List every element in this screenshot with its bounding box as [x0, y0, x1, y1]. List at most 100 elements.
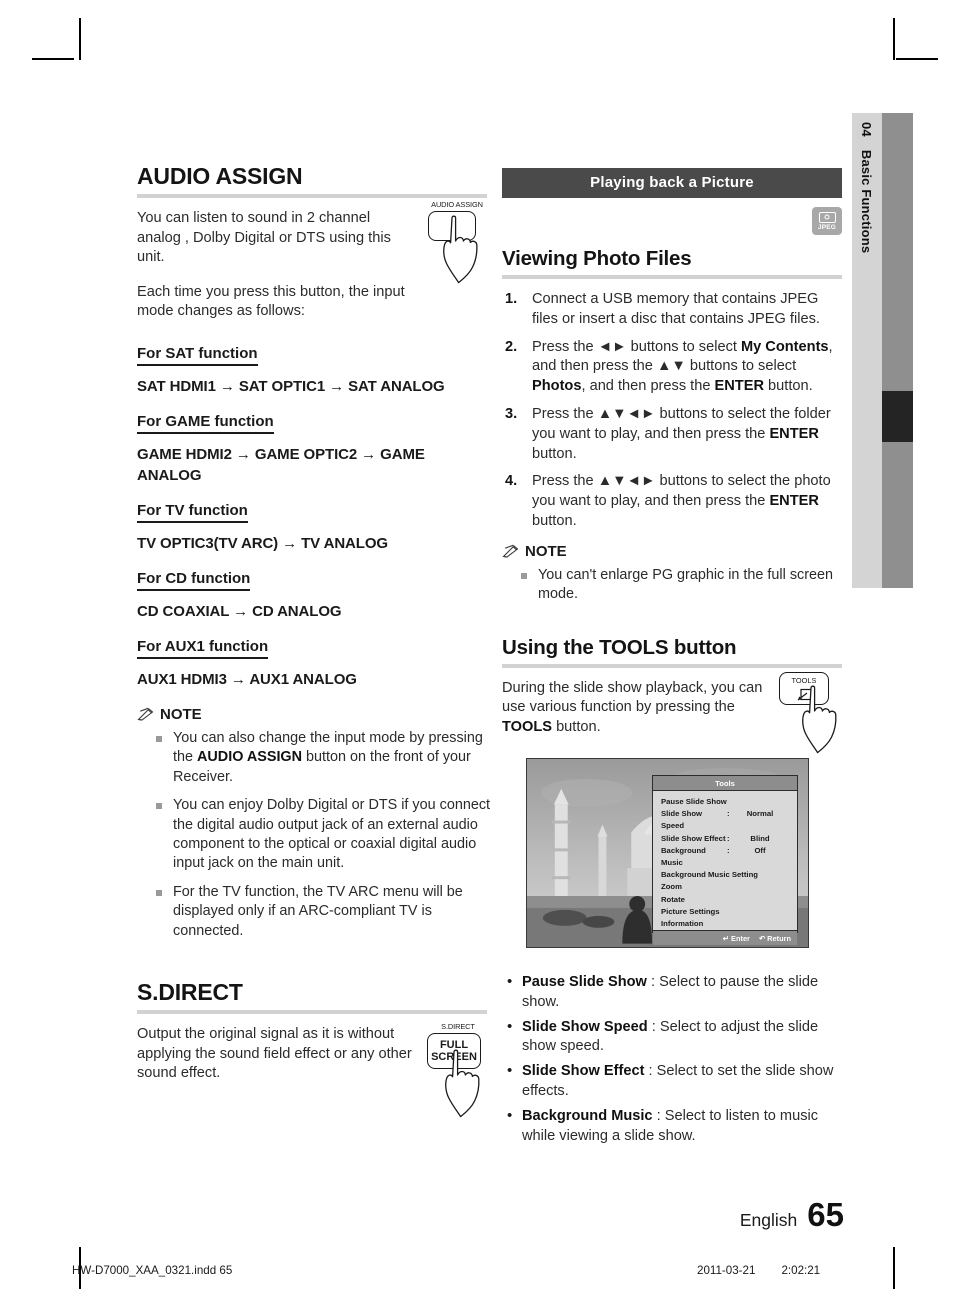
chapter-title: Basic Functions — [859, 149, 875, 254]
note-item: You can't enlarge PG graphic in the full… — [502, 566, 842, 605]
osd-row-name: Slide Show Effect — [661, 833, 726, 843]
right-column: Playing back a Picture JPEG Viewing Phot… — [502, 168, 842, 737]
description-item: Background Music : Select to listen to m… — [506, 1106, 844, 1147]
remote-key — [428, 211, 476, 241]
remote-key-full-screen: FULL SCREEN — [427, 1033, 481, 1069]
key-label-line-1: FULL — [439, 1039, 469, 1051]
heading-rule — [502, 275, 842, 279]
osd-row-colon: : — [727, 809, 730, 819]
s-direct-heading: S.DIRECT — [137, 979, 243, 1006]
osd-row-colon: : — [727, 845, 730, 855]
tools-screenshot: Tools Pause Slide Show Slide Show Speed … — [526, 758, 809, 948]
key-label-line-2: SCREEN — [431, 1051, 477, 1063]
crop-mark-right-top — [896, 58, 938, 60]
tools-descriptions: Pause Slide Show : Select to pause the s… — [506, 972, 844, 1151]
key-label-tools: TOOLS — [791, 676, 817, 685]
osd-row[interactable]: Rotate — [661, 894, 797, 906]
osd-row-name: Rotate — [661, 894, 685, 904]
print-timestamp: 2011-03-21 2:02:21 — [697, 1264, 820, 1277]
note-item: You can also change the input mode by pr… — [137, 729, 493, 787]
step-number: 1. — [505, 291, 518, 307]
function-head: For CD function — [137, 570, 251, 591]
chapter-side-tab: 04 Basic Functions — [852, 113, 882, 588]
osd-row[interactable]: Picture Settings — [661, 906, 797, 918]
tools-section-heading: Using the TOOLS button — [502, 635, 737, 659]
step-item: 4. Press the ▲▼◄► buttons to select the … — [502, 472, 842, 531]
s-direct-button-illustration: S.DIRECT FULL SCREEN — [424, 1022, 492, 1118]
step-number: 2. — [505, 338, 518, 355]
crop-mark-top-left — [79, 18, 81, 60]
osd-row-colon: : — [727, 833, 730, 843]
format-badge-row: JPEG — [502, 207, 842, 235]
function-block-sat: For SAT function SAT HDMI1 → SAT OPTIC1 … — [137, 345, 487, 397]
side-bar — [882, 113, 913, 588]
viewing-photo-note-list: You can't enlarge PG graphic in the full… — [502, 566, 842, 605]
note-label: NOTE — [525, 542, 567, 560]
note-item: For the TV function, the TV ARC menu wil… — [137, 883, 493, 941]
osd-row-value: Blind — [750, 833, 770, 843]
note-heading: NOTE — [137, 706, 487, 723]
audio-assign-heading: AUDIO ASSIGN — [137, 163, 303, 189]
step-text: Press the ▲▼◄► buttons to select the fol… — [532, 405, 831, 462]
osd-row[interactable]: Slide Show Effect : Blind — [661, 833, 797, 845]
function-sequence: SAT HDMI1 → SAT OPTIC1 → SAT ANALOG — [137, 377, 445, 395]
description-item: Pause Slide Show : Select to pause the s… — [506, 972, 844, 1013]
description-term: Background Music — [522, 1107, 653, 1124]
function-sequence: AUX1 HDMI3 → AUX1 ANALOG — [137, 670, 357, 688]
note-label: NOTE — [160, 705, 202, 723]
crop-mark-left-top — [32, 58, 74, 60]
function-sequence: GAME HDMI2 → GAME OPTIC2 → GAME ANALOG — [137, 445, 425, 484]
tools-arrow-icon — [797, 688, 812, 701]
crop-mark-bottom-right — [893, 1247, 895, 1289]
audio-assign-button-illustration: AUDIO ASSIGN — [424, 200, 490, 284]
camera-icon — [818, 211, 836, 223]
tools-button-illustration: TOOLS — [779, 672, 845, 754]
function-sequence: CD COAXIAL → CD ANALOG — [137, 602, 342, 620]
function-block-cd: For CD function CD COAXIAL → CD ANALOG — [137, 570, 487, 622]
step-text: Connect a USB memory that contains JPEG … — [532, 291, 820, 327]
crop-mark-top-right — [893, 18, 895, 60]
osd-row[interactable]: Slide Show Speed : Normal — [661, 808, 797, 832]
osd-row-value: Normal — [746, 809, 774, 819]
heading-rule — [137, 1010, 487, 1015]
step-item: 3. Press the ▲▼◄► buttons to select the … — [502, 405, 842, 464]
manual-page: AUDIO ASSIGN You can listen to sound in … — [0, 0, 954, 1307]
osd-row-name: Picture Settings — [661, 906, 720, 916]
description-item: Slide Show Speed : Select to adjust the … — [506, 1017, 844, 1058]
section-banner: Playing back a Picture — [502, 168, 842, 198]
osd-row[interactable]: Zoom — [661, 881, 797, 893]
function-head: For GAME function — [137, 413, 274, 434]
description-term: Pause Slide Show — [522, 974, 647, 990]
osd-row[interactable]: Pause Slide Show — [661, 796, 797, 808]
step-text: Press the ▲▼◄► buttons to select the pho… — [532, 473, 831, 529]
step-number: 3. — [505, 405, 518, 422]
osd-row[interactable]: Information — [661, 918, 797, 930]
step-text: Press the ◄► buttons to select My Conten… — [532, 338, 833, 395]
osd-footer: ↵ Enter ↶ Return — [653, 930, 797, 946]
print-slug: HW-D7000_XAA_0321.indd 65 — [72, 1264, 233, 1277]
tools-osd-menu: Tools Pause Slide Show Slide Show Speed … — [652, 775, 798, 946]
description-term: Slide Show Speed — [522, 1018, 648, 1035]
print-date: 2011-03-21 — [697, 1264, 756, 1277]
page-footer: English 65 — [740, 1196, 844, 1234]
chapter-side-tab-text: 04 Basic Functions — [852, 113, 882, 588]
osd-row[interactable]: Background Music Setting — [661, 869, 797, 881]
function-head: For TV function — [137, 502, 248, 523]
osd-enter-hint: ↵ Enter — [722, 933, 750, 943]
step-number: 4. — [505, 473, 518, 490]
footer-page-number: 65 — [807, 1196, 844, 1233]
badge-label: JPEG — [817, 223, 837, 231]
jpeg-badge: JPEG — [812, 207, 842, 235]
description-item: Slide Show Effect : Select to set the sl… — [506, 1061, 844, 1102]
description-term: Slide Show Effect — [522, 1063, 645, 1080]
tools-section-body: During the slide show playback, you can … — [502, 679, 763, 735]
osd-row[interactable]: Background Music : Off — [661, 845, 797, 869]
audio-assign-intro-2: Each time you press this button, the inp… — [137, 283, 405, 320]
function-head: For AUX1 function — [137, 638, 269, 659]
function-block-tv: For TV function TV OPTIC3(TV ARC) → TV A… — [137, 502, 487, 554]
viewing-photo-steps: 1. Connect a USB memory that contains JP… — [502, 290, 842, 532]
button-caption: AUDIO ASSIGN — [431, 200, 483, 209]
left-column: AUDIO ASSIGN You can listen to sound in … — [137, 163, 490, 1084]
osd-row-name: Background Music Setting — [661, 870, 758, 880]
pencil-icon — [137, 708, 154, 722]
